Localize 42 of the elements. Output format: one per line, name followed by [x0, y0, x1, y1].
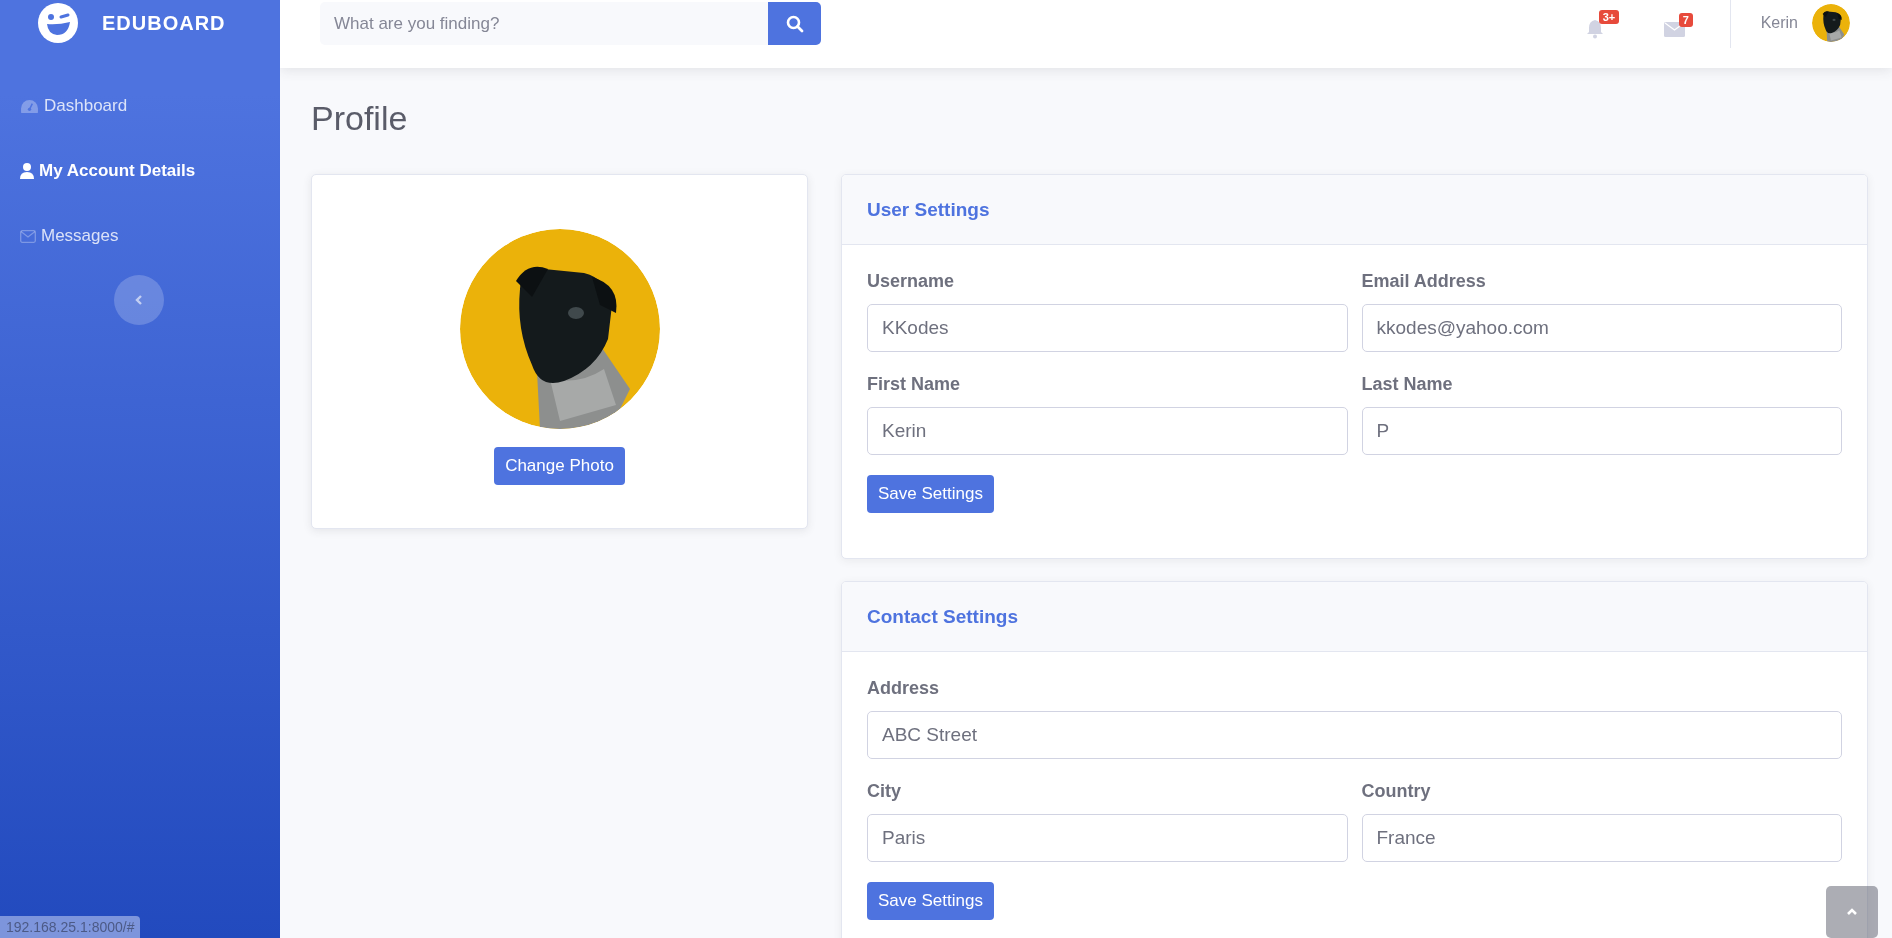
- input-field[interactable]: France: [1361, 814, 1842, 862]
- card-title: Contact Settings: [867, 605, 1018, 628]
- collapse-sidebar-button[interactable]: [114, 275, 164, 325]
- chevron-up-icon: [1846, 908, 1858, 916]
- laughing-face-logo-icon: [38, 3, 78, 43]
- input-field[interactable]: kkodes@yahoo.com: [1361, 304, 1842, 352]
- input-field[interactable]: KKodes: [867, 304, 1348, 352]
- sidebar-item[interactable]: My Account Details: [20, 154, 196, 188]
- field-label: Country: [1361, 781, 1431, 802]
- dashboard-gauge-icon: [20, 98, 39, 114]
- change-photo-button[interactable]: Change Photo: [494, 447, 625, 485]
- envelope-icon: [20, 229, 36, 243]
- user-name[interactable]: Kerin: [1760, 14, 1798, 32]
- field-label: First Name: [867, 374, 961, 395]
- field-label: Username: [867, 271, 955, 292]
- save-settings-button[interactable]: Save Settings: [867, 882, 994, 920]
- bell-icon: [1585, 19, 1604, 39]
- alert-count-badge: 3+: [1598, 10, 1620, 24]
- messages-button[interactable]: 7: [1634, 11, 1715, 37]
- card-title: User Settings: [867, 198, 990, 221]
- input-field[interactable]: Kerin: [867, 407, 1348, 455]
- search-field[interactable]: What are you finding?: [320, 2, 768, 45]
- search-icon: [785, 14, 804, 33]
- chevron-left-icon: [135, 294, 143, 306]
- sidebar-item[interactable]: Messages: [20, 219, 119, 253]
- input-field[interactable]: P: [1361, 407, 1842, 455]
- scroll-to-top-button[interactable]: [1826, 886, 1878, 938]
- brand-name: EDUBOARD: [102, 11, 226, 35]
- field-label: Email Address: [1361, 271, 1486, 292]
- save-settings-button[interactable]: Save Settings: [867, 475, 994, 513]
- field-label: Last Name: [1361, 374, 1453, 395]
- page-title: Profile: [311, 100, 408, 136]
- status-url: 192.168.25.1:8000/#: [0, 916, 141, 938]
- input-field[interactable]: ABC Street: [867, 711, 1842, 759]
- search-button[interactable]: [768, 2, 821, 45]
- user-icon: [20, 163, 34, 179]
- input-field[interactable]: Paris: [867, 814, 1348, 862]
- alerts-button[interactable]: 3+: [1554, 9, 1635, 39]
- message-count-badge: 7: [1678, 12, 1693, 27]
- sidebar-item[interactable]: Dashboard: [20, 89, 128, 123]
- field-label: Address: [867, 678, 940, 699]
- field-label: City: [867, 781, 901, 802]
